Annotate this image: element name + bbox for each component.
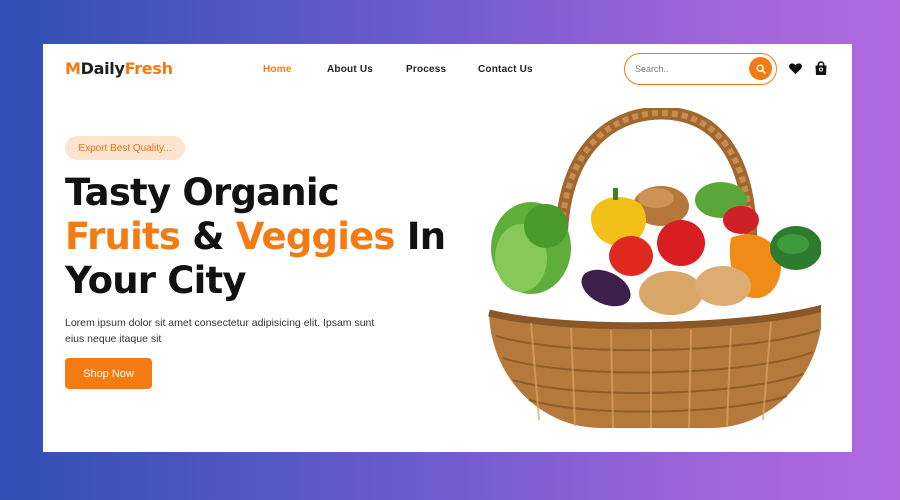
shopping-bag-icon	[815, 61, 827, 75]
hero-title-fruits: Fruits	[65, 215, 181, 258]
nav-contact-us[interactable]: Contact Us	[478, 64, 533, 75]
hero-title-line-3: Your City	[65, 259, 247, 302]
quality-badge: Export Best Quality...	[65, 136, 185, 160]
cart-button[interactable]	[814, 61, 830, 77]
shop-now-button[interactable]: Shop Now	[65, 358, 152, 389]
search-input[interactable]	[635, 62, 735, 76]
nav-process[interactable]: Process	[406, 64, 446, 75]
hero-title-line-2: Fruits & Veggies In	[65, 215, 505, 259]
hero-title-line-1: Tasty Organic	[65, 171, 340, 214]
search-box	[624, 53, 777, 85]
search-button[interactable]	[749, 57, 772, 80]
heart-icon	[789, 63, 802, 75]
nav-home[interactable]: Home	[263, 64, 292, 75]
wishlist-button[interactable]	[788, 61, 804, 77]
hero-title-ampersand: &	[192, 215, 224, 258]
hero-title-veggies: Veggies	[235, 215, 396, 258]
hero-basket-image	[451, 106, 824, 429]
hero-title-in: In	[406, 215, 446, 258]
search-icon	[755, 63, 766, 74]
nav-about-us[interactable]: About Us	[327, 64, 373, 75]
landing-page: MDailyFresh Home About Us Process Contac…	[43, 44, 852, 452]
vegetable-basket-illustration	[488, 106, 824, 429]
hero-description: Lorem ipsum dolor sit amet consectetur a…	[65, 317, 375, 345]
